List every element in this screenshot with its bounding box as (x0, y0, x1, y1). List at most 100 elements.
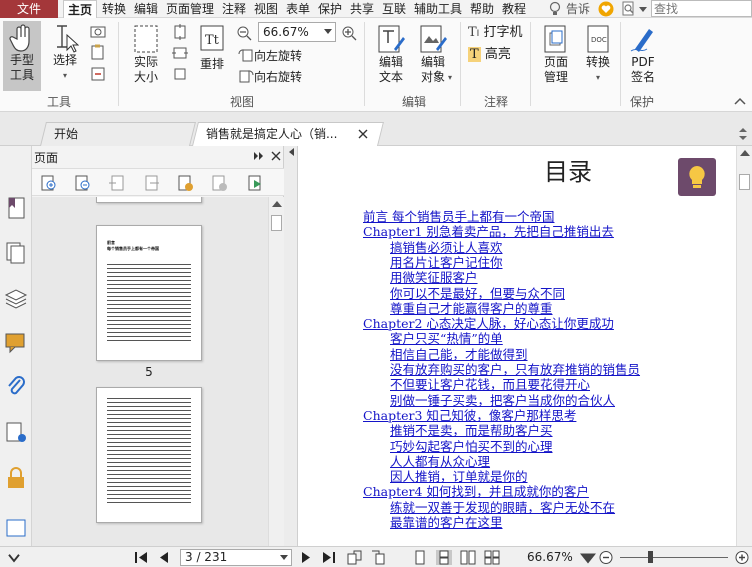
menu-item-edit[interactable]: 编辑 (131, 0, 161, 18)
zoom-in-icon[interactable] (341, 25, 357, 41)
toc-section-link[interactable]: 用名片让客户记住你 (390, 255, 503, 270)
menu-item-comment[interactable]: 注释 (219, 0, 249, 18)
close-icon[interactable] (358, 129, 368, 139)
page-number-input[interactable]: 3 / 231 (180, 549, 292, 566)
toc-chapter-link[interactable]: Chapter1 别急着卖产品，先把自己推销出去 (363, 224, 614, 239)
layers-icon[interactable] (4, 286, 28, 310)
facing-view-icon[interactable] (460, 550, 476, 565)
insert-page-icon[interactable] (108, 174, 126, 192)
reflow-button[interactable]: Tt 重排 (196, 23, 228, 91)
thumbnail-list[interactable]: 前言 每个销售员手上都有一个帝国 5 (32, 197, 268, 546)
typewriter-button[interactable]: TI 打字机 (468, 25, 522, 42)
toc-chapter-link[interactable]: Chapter3 知己知彼，像客户那样思考 (363, 408, 576, 423)
tell-me-label[interactable]: 告诉 (566, 0, 590, 18)
menu-item-protect[interactable]: 保护 (315, 0, 345, 18)
toc-chapter-link[interactable]: 前言 每个销售员手上都有一个帝国 (363, 209, 554, 224)
zoom-slider-track[interactable] (620, 557, 728, 558)
toc-section-link[interactable]: 相信自己能，才能做得到 (390, 347, 528, 362)
document-scroll-thumb[interactable] (739, 174, 750, 190)
rotate-left-button[interactable]: 向左旋转 (238, 48, 302, 64)
next-page-icon[interactable] (298, 550, 314, 565)
tips-button[interactable] (678, 158, 716, 196)
zoom-out-icon[interactable] (598, 550, 614, 565)
toc-section-link[interactable]: 没有放弃购买的客户，只有放弃推销的销售员 (390, 362, 640, 377)
edit-text-button[interactable]: 编辑 文本 (372, 23, 410, 91)
chevron-down-icon[interactable] (580, 552, 596, 567)
enlarge-thumbnail-icon[interactable] (40, 174, 58, 192)
lock-icon[interactable] (4, 466, 28, 490)
previous-view-icon[interactable] (346, 550, 362, 565)
extract-page-icon[interactable] (142, 174, 160, 192)
single-page-view-icon[interactable] (412, 550, 428, 565)
bookmark-icon[interactable] (4, 196, 28, 220)
thumbnail-scroll-thumb[interactable] (271, 215, 282, 231)
convert-button[interactable]: DOC 转换 ▾ (580, 23, 616, 91)
fit-visible-icon[interactable] (172, 66, 188, 82)
clipboard-icon[interactable] (90, 44, 106, 60)
zoom-slider-thumb[interactable] (648, 551, 653, 563)
tab-document[interactable]: 销售就是搞定人心（销... (192, 122, 384, 146)
zoom-out-icon[interactable] (236, 25, 252, 41)
tab-start[interactable]: 开始 (40, 122, 196, 146)
page-thumbnail-5[interactable]: 前言 每个销售员手上都有一个帝国 (96, 225, 202, 361)
lightbulb-icon[interactable] (548, 1, 562, 17)
toc-section-link[interactable]: 尊重自己才能赢得客户的尊重 (390, 301, 553, 316)
status-zoom-value[interactable]: 66.67% (527, 549, 573, 566)
menu-item-view[interactable]: 视图 (251, 0, 281, 18)
chevron-up-icon[interactable] (734, 96, 746, 106)
toc-section-link[interactable]: 你可以不是最好，但要与众不同 (390, 286, 565, 301)
pdf-sign-button[interactable]: PDF 签名 (626, 23, 660, 91)
toc-section-link[interactable]: 别做一锤子买卖，把客户当成你的合伙人 (390, 393, 615, 408)
toc-section-link[interactable]: 因人推销，订单就是你的 (390, 469, 528, 484)
toc-chapter-link[interactable]: Chapter2 心态决定人脉，好心态让你更成功 (363, 316, 614, 331)
scroll-up-icon[interactable] (272, 201, 282, 207)
continuous-view-icon[interactable] (436, 550, 452, 565)
thumbnail-scrollbar[interactable] (268, 197, 284, 546)
fit-page-icon[interactable] (172, 24, 188, 40)
zoom-level-select[interactable]: 66.67% (258, 22, 336, 42)
attachment-icon[interactable] (4, 374, 28, 398)
previous-page-icon[interactable] (156, 550, 172, 565)
next-view-icon[interactable] (370, 550, 386, 565)
toc-section-link[interactable]: 用微笑征服客户 (390, 270, 478, 285)
document-scrollbar[interactable] (736, 146, 752, 546)
menu-item-help[interactable]: 帮助 (467, 0, 497, 18)
snapshot-icon[interactable] (90, 24, 106, 38)
menu-item-form[interactable]: 表单 (283, 0, 313, 18)
continuous-facing-view-icon[interactable] (484, 550, 500, 565)
toc-section-link[interactable]: 最靠谱的客户在这里 (390, 515, 503, 530)
menu-item-tutorial[interactable]: 教程 (499, 0, 529, 18)
heart-icon[interactable] (598, 1, 614, 17)
page-thumbnail-6[interactable] (96, 387, 202, 523)
toc-chapter-link[interactable]: Chapter4 如何找到，并且成就你的客户 (363, 484, 589, 499)
edit-object-button[interactable]: 编辑 对象 ▾ (414, 23, 452, 91)
tab-scroll-icon[interactable] (738, 128, 748, 140)
toc-section-link[interactable]: 推销不是卖，而是帮助客户买 (390, 423, 553, 438)
last-page-icon[interactable] (320, 550, 336, 565)
toc-section-link[interactable]: 人人都有从众心理 (390, 454, 490, 469)
search-page-icon[interactable] (622, 1, 636, 16)
toc-section-link[interactable]: 练就一双善于发现的眼睛，客户无处不在 (390, 500, 615, 515)
toc-section-link[interactable]: 不但要让客户花钱，而且要花得开心 (390, 377, 590, 392)
file-menu-button[interactable]: 文件 (0, 0, 58, 18)
toc-section-link[interactable]: 客户只买“热情”的单 (390, 331, 503, 346)
page-properties-icon[interactable] (246, 174, 264, 192)
signature-icon[interactable] (4, 420, 28, 444)
pages-icon[interactable] (4, 240, 28, 264)
menu-item-home[interactable]: 主页 (63, 0, 97, 19)
chevron-down-icon[interactable] (639, 5, 647, 13)
comment-icon[interactable] (4, 330, 28, 354)
highlight-button[interactable]: T 高亮 (468, 47, 511, 63)
page-fit-icon[interactable] (90, 66, 106, 82)
chevron-down-icon[interactable] (6, 551, 22, 566)
page-manage-button[interactable]: 页面 管理 (536, 23, 576, 91)
fit-width-icon[interactable] (172, 45, 188, 61)
actual-size-button[interactable]: 实际 大小 (124, 23, 168, 91)
menu-item-page-manage[interactable]: 页面管理 (163, 0, 217, 18)
scroll-up-icon[interactable] (740, 150, 750, 156)
menu-item-accessibility[interactable]: 辅助工具 (411, 0, 465, 18)
search-input[interactable] (651, 0, 752, 17)
rotate-right-button[interactable]: 向右旋转 (238, 69, 302, 85)
page-thumbnail-4[interactable] (96, 197, 202, 203)
collapse-panel-icon[interactable] (285, 146, 297, 158)
